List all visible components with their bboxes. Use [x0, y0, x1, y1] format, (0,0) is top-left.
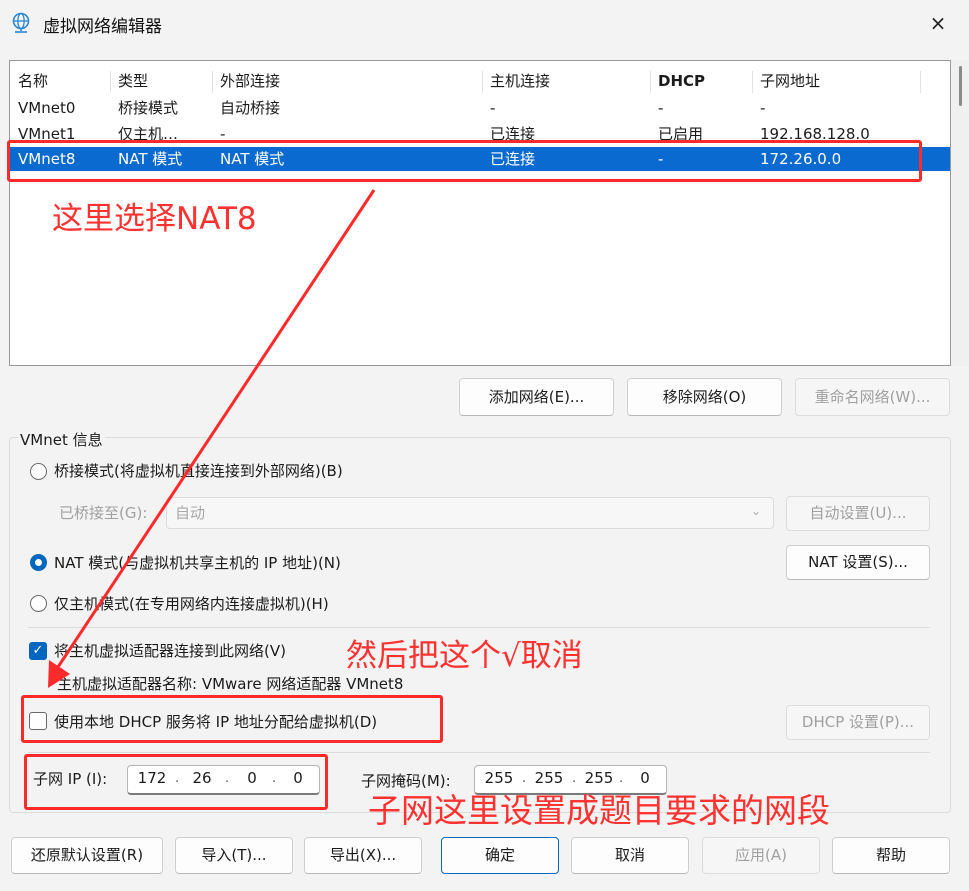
- column-header-type[interactable]: 类型: [118, 69, 148, 93]
- cancel-button[interactable]: 取消: [571, 837, 689, 874]
- cell-external: 自动桥接: [220, 99, 281, 117]
- restore-defaults-button[interactable]: 还原默认设置(R): [11, 837, 163, 874]
- cell-dhcp: -: [658, 99, 664, 117]
- title-bar: 虚拟网络编辑器 ×: [0, 0, 969, 46]
- annotation-box-dhcp: [21, 695, 443, 743]
- separator: [28, 752, 930, 753]
- annotation-select-nat: 这里选择NAT8: [52, 201, 257, 237]
- network-globe-icon: [12, 12, 30, 33]
- host-only-radio[interactable]: [30, 595, 47, 612]
- apply-button[interactable]: 应用(A): [702, 837, 820, 874]
- connect-adapter-checkbox[interactable]: ✓: [29, 642, 47, 660]
- host-only-label[interactable]: 仅主机模式(在专用网络内连接虚拟机)(H): [54, 593, 329, 615]
- cell-subnet: -: [760, 99, 766, 117]
- nat-label[interactable]: NAT 模式(与虚拟机共享主机的 IP 地址)(N): [54, 552, 341, 574]
- chevron-down-icon: ⌄: [750, 504, 761, 518]
- nat-settings-button[interactable]: NAT 设置(S)...: [786, 545, 930, 580]
- connect-adapter-label[interactable]: 将主机虚拟适配器连接到此网络(V): [54, 640, 286, 662]
- window-title: 虚拟网络编辑器: [43, 17, 162, 37]
- cell-type: 桥接模式: [118, 99, 179, 117]
- list-header: 名称 类型 外部连接 主机连接 DHCP 子网地址: [10, 69, 950, 93]
- annotation-uncheck: 然后把这个√取消: [346, 638, 583, 674]
- separator: [28, 627, 930, 628]
- rename-network-button[interactable]: 重命名网络(W)...: [795, 378, 950, 416]
- annotation-box-nat-row: [7, 140, 922, 182]
- bridged-to-value: 自动: [175, 504, 206, 522]
- list-scrollbar[interactable]: [951, 60, 969, 366]
- column-header-host[interactable]: 主机连接: [490, 69, 550, 93]
- vmnet-info-title: VMnet 信息: [18, 429, 105, 450]
- bridged-to-select[interactable]: 自动 ⌄: [166, 497, 774, 529]
- cell-host: -: [490, 99, 496, 117]
- table-row[interactable]: VMnet0 桥接模式 自动桥接 - - -: [10, 96, 950, 120]
- import-button[interactable]: 导入(T)...: [175, 837, 293, 874]
- adapter-name-label: 主机虚拟适配器名称: VMware 网络适配器 VMnet8: [57, 675, 404, 693]
- close-button[interactable]: ×: [925, 10, 951, 36]
- cell-name: VMnet0: [18, 99, 76, 117]
- export-button[interactable]: 导出(X)...: [304, 837, 422, 874]
- column-header-subnet[interactable]: 子网地址: [760, 69, 820, 93]
- nat-radio[interactable]: [30, 554, 47, 571]
- ok-button[interactable]: 确定: [441, 837, 559, 874]
- dhcp-settings-button[interactable]: DHCP 设置(P)...: [786, 705, 930, 740]
- add-network-button[interactable]: 添加网络(E)...: [459, 378, 614, 416]
- remove-network-button[interactable]: 移除网络(O): [627, 378, 782, 416]
- annotation-box-subnet: [24, 754, 328, 810]
- help-button[interactable]: 帮助: [832, 837, 950, 874]
- scroll-thumb[interactable]: [959, 66, 962, 106]
- bridged-radio[interactable]: [30, 463, 47, 480]
- auto-settings-button[interactable]: 自动设置(U)...: [786, 496, 930, 531]
- column-header-name[interactable]: 名称: [18, 69, 48, 93]
- column-header-dhcp[interactable]: DHCP: [658, 69, 705, 93]
- bridged-label[interactable]: 桥接模式(将虚拟机直接连接到外部网络)(B): [54, 460, 343, 482]
- bridged-to-label: 已桥接至(G):: [59, 504, 148, 522]
- column-header-external[interactable]: 外部连接: [220, 69, 280, 93]
- annotation-subnet: 子网这里设置成题目要求的网段: [368, 791, 830, 830]
